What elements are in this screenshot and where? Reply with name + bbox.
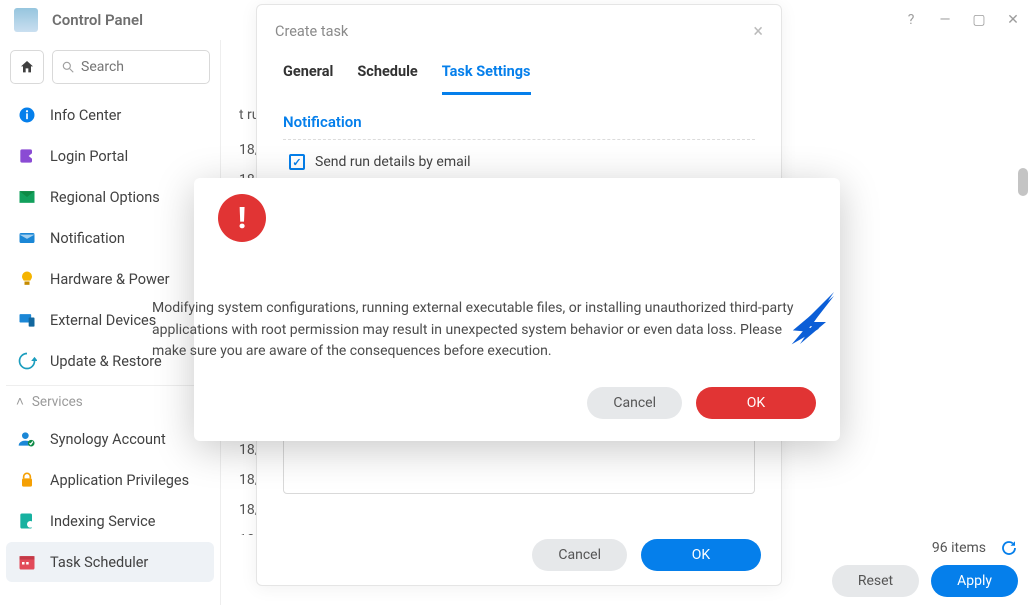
dialog-title: Create task [275,23,348,40]
account-icon [16,428,38,450]
sidebar-item-login-portal[interactable]: Login Portal [6,136,214,176]
sidebar-item-application-privileges[interactable]: Application Privileges [6,460,214,500]
home-icon [19,59,35,75]
bulb-icon [16,268,38,290]
checkbox-icon[interactable]: ✓ [289,154,305,170]
sidebar-item-label: Login Portal [50,148,128,165]
apply-button[interactable]: Apply [931,565,1018,597]
home-button[interactable] [10,50,44,84]
sidebar-item-label: Info Center [50,107,121,124]
close-icon[interactable]: ✕ [1002,9,1024,31]
warning-text: Modifying system configurations, running… [152,246,816,363]
warning-icon: ! [218,194,266,242]
info-icon [16,104,38,126]
schedule-icon [16,551,38,573]
search-icon [61,60,75,74]
notify-icon [16,227,38,249]
warning-modal: ! Modifying system configurations, runni… [194,178,840,441]
sidebar-item-label: Indexing Service [50,513,155,530]
notification-section: Notification [283,109,755,140]
refresh-icon[interactable] [1000,539,1018,557]
sidebar-item-label: Notification [50,230,125,247]
warn-cancel-button[interactable]: Cancel [587,387,682,419]
checkbox-label: Send run details by email [315,154,471,170]
section-label: Services [32,394,83,410]
maximize-icon[interactable]: ▢ [968,9,990,31]
scrollbar-thumb[interactable] [1018,168,1028,196]
devices-icon [16,309,38,331]
item-count: 96 items [932,540,986,556]
dialog-cancel-button[interactable]: Cancel [532,539,627,571]
sidebar-item-synology-account[interactable]: Synology Account [6,419,214,459]
sidebar-item-regional-options[interactable]: Regional Options [6,177,214,217]
tab-general[interactable]: General [283,57,333,95]
region-icon [16,186,38,208]
sidebar-item-label: External Devices [50,312,156,329]
minimize-icon[interactable]: — [934,9,956,31]
search-input-wrap[interactable] [52,50,210,84]
lock-icon [16,469,38,491]
sidebar-item-label: Task Scheduler [50,554,148,571]
app-icon [14,8,38,32]
section-services[interactable]: ˄ Services [6,385,214,418]
reset-button[interactable]: Reset [832,565,919,597]
sidebar-item-info-center[interactable]: Info Center [6,95,214,135]
dialog-ok-button[interactable]: OK [641,539,761,571]
sidebar-item-label: Update & Restore [50,353,162,370]
window-title: Control Panel [52,11,143,29]
help-icon[interactable]: ? [900,9,922,31]
sidebar-item-label: Synology Account [50,431,166,448]
sidebar-item-indexing-service[interactable]: Indexing Service [6,501,214,541]
portal-icon [16,145,38,167]
search-input[interactable] [81,59,201,75]
restore-icon [16,350,38,372]
dialog-close-icon[interactable]: × [753,21,763,42]
tab-task-settings[interactable]: Task Settings [442,57,531,95]
warn-ok-button[interactable]: OK [696,387,816,419]
sidebar-item-task-scheduler[interactable]: Task Scheduler [6,542,214,582]
chevron-up-icon: ˄ [16,394,24,410]
index-icon [16,510,38,532]
tab-schedule[interactable]: Schedule [357,57,417,95]
sidebar-item-label: Regional Options [50,189,160,206]
sidebar-item-label: Application Privileges [50,472,189,489]
